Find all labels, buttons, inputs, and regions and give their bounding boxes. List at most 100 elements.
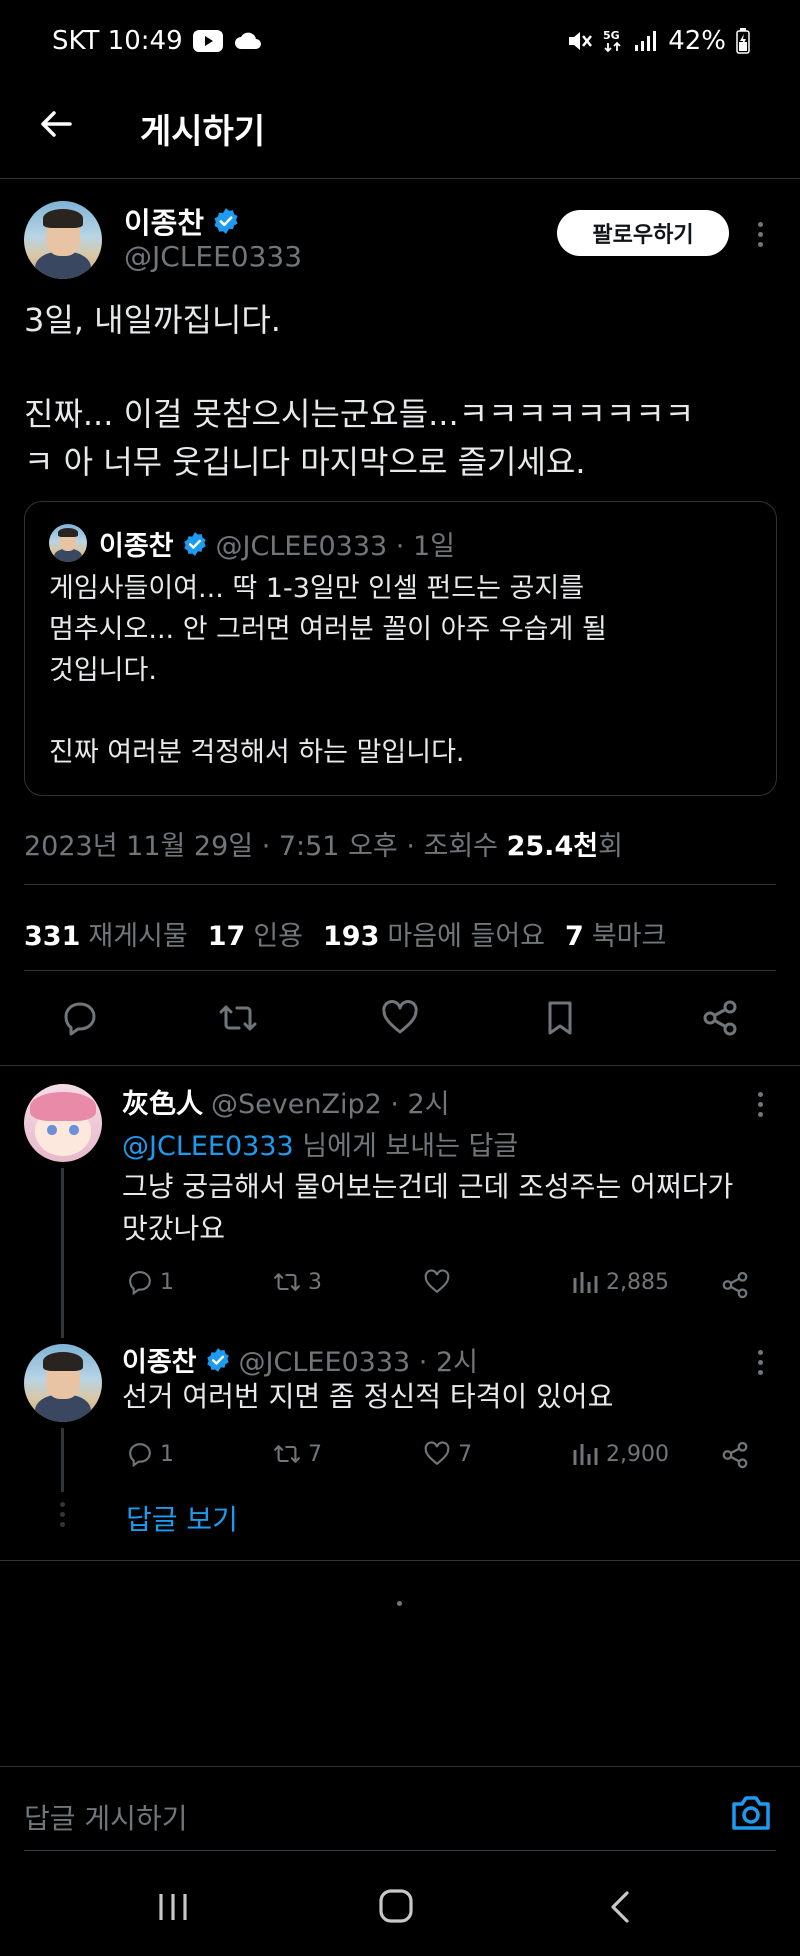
- header-divider: [0, 178, 800, 179]
- reply2-reply-action[interactable]: 1: [126, 1440, 174, 1468]
- quote-author-avatar: [49, 524, 87, 562]
- reply2-share-icon[interactable]: [720, 1440, 750, 1470]
- more-options-icon[interactable]: [756, 222, 764, 247]
- reply1-author-name[interactable]: 灰色人: [122, 1082, 203, 1121]
- share-icon[interactable]: [700, 998, 740, 1038]
- system-back-icon[interactable]: [606, 1890, 634, 1924]
- author-name[interactable]: 이종찬: [124, 200, 204, 242]
- reply1-more-icon[interactable]: [756, 1092, 764, 1117]
- home-icon[interactable]: [378, 1888, 414, 1924]
- repost-icon: [274, 1273, 300, 1291]
- thread-line: [61, 1428, 64, 1492]
- system-nav-bar: [0, 1860, 800, 1956]
- view-count: 25.4천: [506, 831, 599, 862]
- show-replies-link[interactable]: 답글 보기: [126, 1498, 238, 1538]
- reply2-text: 선거 여러번 지면 좀 정신적 타격이 있어요: [122, 1380, 614, 1413]
- reply2-author-handle[interactable]: @JCLEE0333 · 2시: [239, 1340, 478, 1379]
- post-text-line1: 3일, 내일까집니다.: [24, 301, 281, 339]
- reply2-repost-action[interactable]: 7: [272, 1440, 322, 1468]
- views-icon: [573, 1444, 598, 1465]
- reply1-repost-count: 3: [308, 1269, 322, 1295]
- verified-badge-icon: [214, 208, 238, 234]
- status-bar-left: SKT 10:49: [52, 26, 263, 56]
- bookmark-icon[interactable]: [540, 998, 580, 1038]
- author-handle[interactable]: @JCLEE0333: [124, 240, 302, 273]
- thread-dots-icon: [58, 1502, 66, 1527]
- quote-text: 게임사들이여... 딱 1-3일만 인셀 펀드는 공지를 멈추시오... 안 그…: [49, 573, 607, 768]
- stat-reposts[interactable]: 331 재게시물: [24, 914, 188, 953]
- reply1-header: 灰色人 @SevenZip2 · 2시: [122, 1082, 450, 1121]
- svg-text:5G: 5G: [603, 29, 620, 42]
- stat-quotes[interactable]: 17 인용: [208, 914, 303, 953]
- quote-header: 이종찬 @JCLEE0333 · 1일: [99, 524, 455, 563]
- post-timestamp: 2023년 11월 29일 · 7:51 오후 · 조회수: [24, 831, 507, 862]
- reply-icon[interactable]: [60, 998, 100, 1038]
- reply1-avatar[interactable]: [24, 1084, 102, 1162]
- author-avatar[interactable]: [24, 201, 102, 279]
- meta-divider: [24, 884, 776, 885]
- battery-icon: [736, 28, 750, 54]
- reply2-more-icon[interactable]: [756, 1350, 764, 1375]
- reply2-view-count: 2,900: [606, 1441, 669, 1467]
- post-meta: 2023년 11월 29일 · 7:51 오후 · 조회수 25.4천회: [24, 824, 623, 863]
- thread-line: [61, 1168, 64, 1338]
- reply2-author-name[interactable]: 이종찬: [122, 1340, 197, 1379]
- view-suffix: 회: [598, 831, 623, 862]
- reply2-repost-count: 7: [308, 1441, 322, 1467]
- reply1-views-action[interactable]: 2,885: [572, 1268, 669, 1296]
- compose-input[interactable]: 답글 게시하기: [24, 1797, 187, 1837]
- quote-author-handle: @JCLEE0333 · 1일: [215, 531, 455, 562]
- reply1-replying-to-suffix: 님에게 보내는 답글: [293, 1131, 519, 1162]
- reply1-text: 그냥 궁금해서 물어보는건데 근데 조성주는 어쩌다가 맛갔나요: [122, 1170, 734, 1245]
- actions-divider: [0, 1065, 800, 1066]
- stat-likes[interactable]: 193 마음에 들어요: [323, 914, 545, 953]
- reply1-view-count: 2,885: [606, 1269, 669, 1295]
- quote-author-name: 이종찬: [99, 531, 174, 562]
- follow-button[interactable]: 팔로우하기: [557, 210, 729, 256]
- stats-divider: [24, 970, 776, 971]
- reply2-reply-count: 1: [160, 1441, 174, 1467]
- compose-underline: [24, 1850, 776, 1851]
- reply2-like-action[interactable]: 7: [422, 1440, 472, 1468]
- page-title: 게시하기: [140, 112, 266, 152]
- reply1-repost-action[interactable]: 3: [272, 1268, 322, 1296]
- like-icon[interactable]: [380, 998, 420, 1038]
- 5g-icon: 5G: [603, 29, 621, 53]
- reply1-replying-to-handle[interactable]: @JCLEE0333: [122, 1131, 294, 1162]
- repost-icon[interactable]: [218, 998, 258, 1038]
- reply1-replying-to: @JCLEE0333 님에게 보내는 답글: [122, 1124, 518, 1163]
- reply1-author-handle[interactable]: @SevenZip2 · 2시: [211, 1082, 450, 1121]
- reply-icon: [129, 1271, 151, 1296]
- reply2-views-action[interactable]: 2,900: [572, 1440, 669, 1468]
- reply1-share-icon[interactable]: [720, 1270, 750, 1300]
- post-text-line2: 진짜... 이걸 못참으시는군요들...ㅋㅋㅋㅋㅋㅋㅋㅋ: [24, 395, 695, 433]
- loading-dot: [397, 1601, 402, 1606]
- recent-apps-icon[interactable]: [156, 1890, 190, 1924]
- reply2-header: 이종찬 @JCLEE0333 · 2시: [122, 1340, 478, 1379]
- signal-icon: [635, 31, 657, 51]
- battery-percent: 42%: [668, 26, 726, 56]
- reply1-reply-action[interactable]: 1: [126, 1268, 174, 1296]
- mute-icon: [569, 32, 593, 50]
- author-name-row[interactable]: 이종찬: [124, 200, 240, 242]
- stat-bookmarks[interactable]: 7 북마크: [565, 914, 666, 953]
- quoted-post[interactable]: 이종찬 @JCLEE0333 · 1일 게임사들이여... 딱 1-3일만 인셀…: [24, 501, 777, 796]
- views-icon: [573, 1272, 598, 1293]
- reply-icon: [129, 1443, 151, 1468]
- post-stats: 331 재게시물 17 인용 193 마음에 들어요 7 북마크: [24, 914, 666, 953]
- carrier-time: SKT 10:49: [52, 26, 183, 56]
- replies-divider: [0, 1560, 800, 1561]
- youtube-icon: [192, 30, 223, 52]
- status-bar-right: 5G 42%: [566, 26, 750, 56]
- reply1-like-action[interactable]: [422, 1268, 458, 1296]
- compose-divider: [0, 1766, 800, 1767]
- verified-badge-icon: [183, 531, 206, 556]
- like-icon: [424, 1441, 450, 1466]
- reply2-avatar[interactable]: [24, 1344, 102, 1422]
- reply1-reply-count: 1: [160, 1269, 174, 1295]
- back-arrow-icon[interactable]: [36, 104, 76, 144]
- camera-icon[interactable]: [730, 1794, 772, 1832]
- verified-badge-icon: [206, 1347, 229, 1372]
- post-text-line3: ㅋ 아 너무 웃깁니다 마지막으로 즐기세요.: [24, 443, 586, 481]
- repost-icon: [274, 1445, 300, 1463]
